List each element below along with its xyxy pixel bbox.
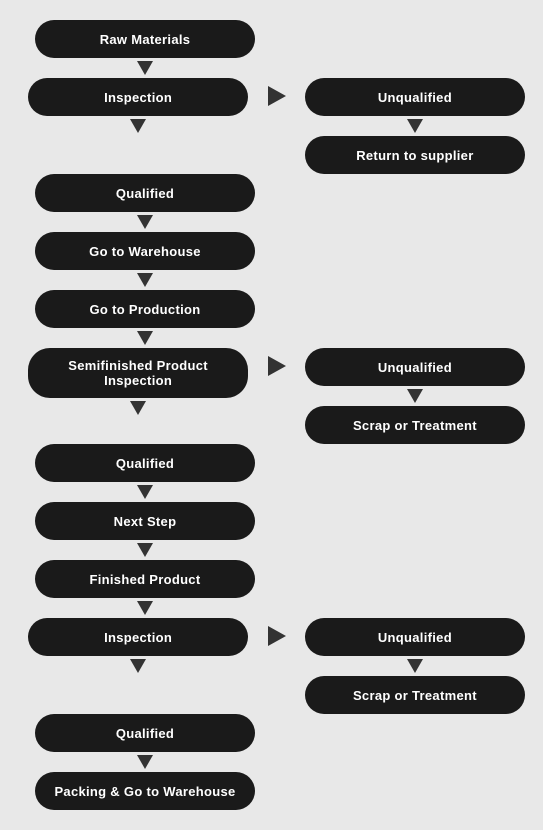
return-supplier-node: Return to supplier [305, 136, 525, 174]
go-to-production-node: Go to Production [35, 290, 255, 328]
qualified1-node: Qualified [35, 174, 255, 212]
arrow-down [137, 273, 153, 287]
arrow-down [130, 659, 146, 673]
arrow-right [268, 356, 286, 376]
diagram: Raw Materials Inspection Unqualified Ret… [0, 10, 543, 820]
semifinished-inspection-node: Semifinished Product Inspection [28, 348, 248, 398]
packing-node: Packing & Go to Warehouse [35, 772, 255, 810]
arrow-down [130, 401, 146, 415]
arrow-down [407, 659, 423, 673]
arrow-down [137, 331, 153, 345]
arrow-down [137, 485, 153, 499]
arrow-down [130, 119, 146, 133]
arrow-down [407, 119, 423, 133]
arrow-down [137, 755, 153, 769]
arrow-down [137, 61, 153, 75]
arrow-down [137, 543, 153, 557]
qualified3-node: Qualified [35, 714, 255, 752]
inspection1-node: Inspection [28, 78, 248, 116]
inspection2-node: Inspection [28, 618, 248, 656]
unqualified2-node: Unqualified [305, 348, 525, 386]
arrow-down [137, 601, 153, 615]
unqualified1-node: Unqualified [305, 78, 525, 116]
arrow-down [407, 389, 423, 403]
scrap-treatment1-node: Scrap or Treatment [305, 406, 525, 444]
arrow-right [268, 86, 286, 106]
next-step-node: Next Step [35, 502, 255, 540]
go-to-warehouse-node: Go to Warehouse [35, 232, 255, 270]
raw-materials-node: Raw Materials [35, 20, 255, 58]
scrap-treatment2-node: Scrap or Treatment [305, 676, 525, 714]
arrow-down [137, 215, 153, 229]
qualified2-node: Qualified [35, 444, 255, 482]
finished-product-node: Finished Product [35, 560, 255, 598]
arrow-right [268, 626, 286, 646]
unqualified3-node: Unqualified [305, 618, 525, 656]
